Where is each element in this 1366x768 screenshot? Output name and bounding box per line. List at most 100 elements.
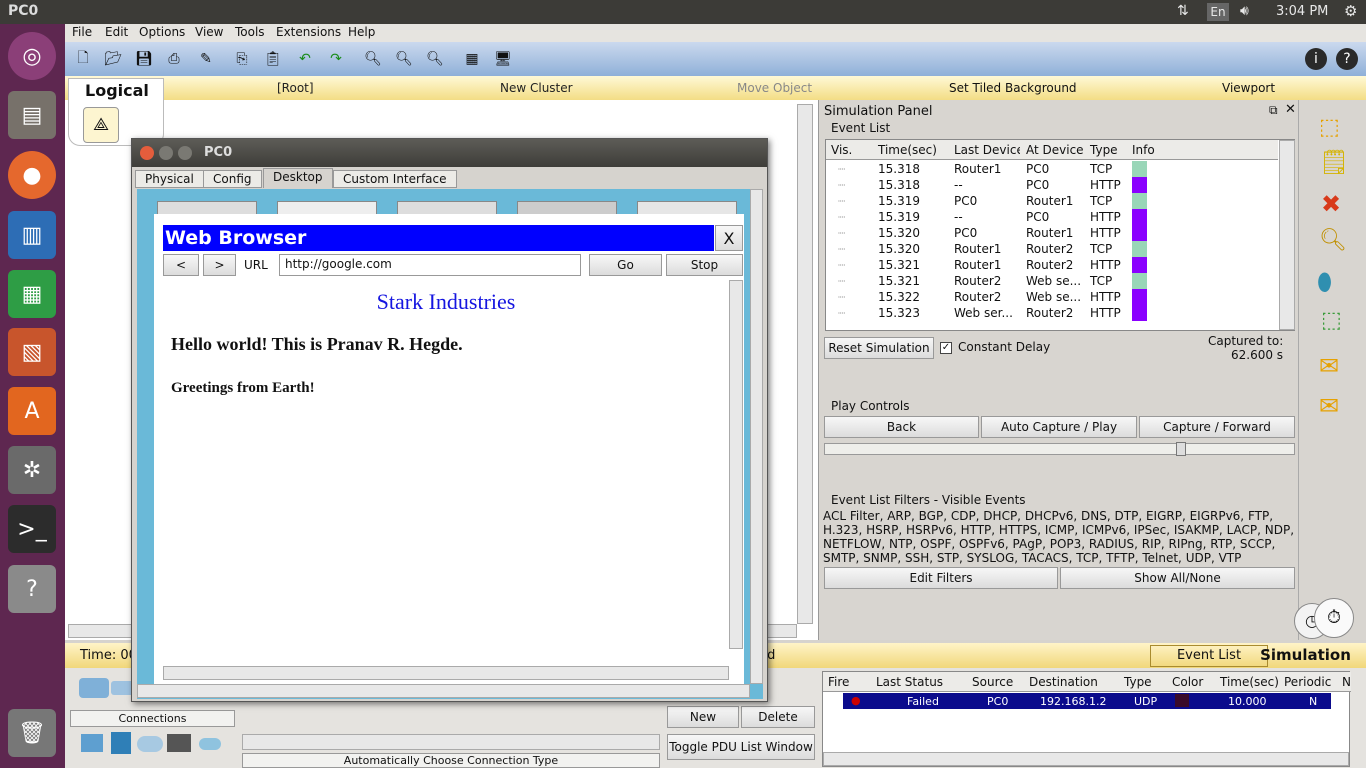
- event-info-color[interactable]: [1132, 177, 1147, 193]
- delete-icon[interactable]: ✖: [1321, 190, 1341, 218]
- reset-simulation-button[interactable]: Reset Simulation: [824, 337, 934, 359]
- device-icon-5[interactable]: [199, 738, 221, 750]
- col-at-device[interactable]: At Device: [1026, 143, 1084, 157]
- menu-extensions[interactable]: Extensions: [276, 25, 341, 39]
- print-icon[interactable]: ⎙: [163, 48, 185, 70]
- menu-help[interactable]: Help: [348, 25, 375, 39]
- impress-icon[interactable]: ▧: [8, 328, 56, 376]
- select-icon[interactable]: ⬚: [1319, 115, 1340, 140]
- add-complex-pdu-icon[interactable]: ✉: [1319, 392, 1339, 420]
- ubuntu-icon[interactable]: ◎: [8, 32, 56, 80]
- tab-physical[interactable]: Physical: [135, 170, 204, 188]
- inspect-icon[interactable]: 🔍︎: [1319, 228, 1347, 253]
- redo-icon[interactable]: ↷: [325, 48, 347, 70]
- menu-options[interactable]: Options: [139, 25, 185, 39]
- palette-icon[interactable]: ▦: [461, 48, 483, 70]
- event-list-table[interactable]: Vis. Time(sec) Last Device At Device Typ…: [825, 139, 1295, 331]
- constant-delay-checkbox[interactable]: ✓: [940, 342, 952, 354]
- event-row[interactable]: ┈ 15.318 -- PC0 HTTP: [826, 177, 1278, 193]
- event-row[interactable]: ┈ 15.320 PC0 Router1 HTTP: [826, 225, 1278, 241]
- simulation-mode-tab[interactable]: Simulation: [1245, 643, 1366, 668]
- col-color[interactable]: Color: [1172, 675, 1203, 689]
- help-icon[interactable]: ?: [1336, 48, 1358, 70]
- trash-icon[interactable]: 🗑︎: [8, 709, 56, 757]
- pc0-titlebar[interactable]: PC0: [132, 139, 767, 167]
- col-type[interactable]: Type: [1090, 143, 1118, 157]
- set-tiled-background-button[interactable]: Set Tiled Background: [949, 81, 1077, 95]
- browser-horizontal-scrollbar[interactable]: [163, 666, 729, 680]
- back-button[interactable]: Back: [824, 416, 979, 438]
- activity-wizard-icon[interactable]: ✎: [195, 48, 217, 70]
- new-pdu-button[interactable]: New: [667, 706, 739, 728]
- routers-category-icon[interactable]: [79, 678, 109, 698]
- col-source[interactable]: Source: [972, 675, 1013, 689]
- col-vis[interactable]: Vis.: [831, 143, 852, 157]
- help-icon[interactable]: ?: [8, 565, 56, 613]
- edit-filters-button[interactable]: Edit Filters: [824, 567, 1058, 589]
- stop-button[interactable]: Stop: [666, 254, 743, 276]
- info-icon[interactable]: i: [1305, 48, 1327, 70]
- event-row[interactable]: ┈ 15.322 Router2 Web se... HTTP: [826, 289, 1278, 305]
- zoom-in-icon[interactable]: 🔍︎: [362, 48, 384, 70]
- custom-device-icon[interactable]: 🖥︎: [492, 48, 514, 70]
- draw-shape-icon[interactable]: ⬮: [1317, 268, 1332, 296]
- firefox-icon[interactable]: ●: [8, 151, 56, 199]
- capture-forward-button[interactable]: Capture / Forward: [1139, 416, 1295, 438]
- power-icon[interactable]: ⚙: [1344, 2, 1357, 20]
- col-periodic[interactable]: Periodic: [1284, 675, 1331, 689]
- slider-handle[interactable]: [1176, 442, 1186, 456]
- event-row[interactable]: ┈ 15.321 Router1 Router2 HTTP: [826, 257, 1278, 273]
- tab-custom-interface[interactable]: Custom Interface: [333, 170, 457, 188]
- files-icon[interactable]: ▤: [8, 91, 56, 139]
- url-input[interactable]: http://google.com: [279, 254, 581, 276]
- delete-pdu-button[interactable]: Delete: [741, 706, 815, 728]
- col-info[interactable]: Info: [1132, 143, 1155, 157]
- simulation-stopwatch-icon[interactable]: ⏱: [1314, 598, 1354, 638]
- add-simple-pdu-icon[interactable]: ✉: [1319, 352, 1339, 380]
- event-row[interactable]: ┈ 15.318 Router1 PC0 TCP: [826, 161, 1278, 177]
- minimize-window-icon[interactable]: [159, 146, 173, 160]
- go-button[interactable]: Go: [589, 254, 662, 276]
- col-n[interactable]: N: [1342, 675, 1351, 689]
- save-icon[interactable]: 💾︎: [133, 48, 155, 70]
- col-type[interactable]: Type: [1124, 675, 1152, 689]
- col-fire[interactable]: Fire: [828, 675, 849, 689]
- zoom-out-icon[interactable]: 🔍︎: [424, 48, 446, 70]
- col-time[interactable]: Time(sec): [878, 143, 937, 157]
- terminal-icon[interactable]: >_: [8, 505, 56, 553]
- paste-icon[interactable]: 📋︎: [262, 48, 284, 70]
- new-file-icon[interactable]: 🗋: [72, 48, 94, 70]
- menu-view[interactable]: View: [195, 25, 223, 39]
- event-info-color[interactable]: [1132, 225, 1147, 241]
- browser-back-button[interactable]: <: [163, 254, 199, 276]
- event-list-scrollbar[interactable]: [1279, 140, 1295, 330]
- volume-icon[interactable]: 🔊︎: [1240, 3, 1249, 19]
- cloud-icon[interactable]: [137, 736, 163, 752]
- browser-vertical-scrollbar[interactable]: [729, 280, 743, 649]
- copy-icon[interactable]: ⎘: [231, 48, 253, 70]
- desktop-vertical-scrollbar[interactable]: [750, 189, 763, 684]
- close-window-icon[interactable]: [140, 146, 154, 160]
- event-info-color[interactable]: [1132, 209, 1147, 225]
- resize-shape-icon[interactable]: ⬚: [1321, 308, 1342, 333]
- root-link[interactable]: [Root]: [277, 81, 314, 95]
- maximize-window-icon[interactable]: [178, 146, 192, 160]
- event-info-color[interactable]: [1132, 305, 1147, 321]
- pdu-list-table[interactable]: Fire Last Status Source Destination Type…: [822, 671, 1351, 767]
- new-cluster-button[interactable]: New Cluster: [500, 81, 573, 95]
- col-destination[interactable]: Destination: [1029, 675, 1098, 689]
- clock[interactable]: 3:04 PM: [1276, 4, 1328, 19]
- playback-speed-slider[interactable]: [824, 442, 1295, 456]
- event-info-color[interactable]: [1132, 289, 1147, 305]
- col-time[interactable]: Time(sec): [1220, 675, 1279, 689]
- pdu-row[interactable]: ● Failed PC0 192.168.1.2 UDP 10.000 N: [843, 693, 1331, 709]
- menu-file[interactable]: File: [72, 25, 92, 39]
- toggle-pdu-list-button[interactable]: Toggle PDU List Window: [667, 734, 815, 760]
- event-info-color[interactable]: [1132, 273, 1147, 289]
- zoom-reset-icon[interactable]: 🔍︎: [393, 48, 415, 70]
- event-row[interactable]: ┈ 15.319 PC0 Router1 TCP: [826, 193, 1278, 209]
- device-icon-4[interactable]: [167, 734, 191, 752]
- logical-tab[interactable]: Logical ⟁: [68, 78, 164, 146]
- menu-tools[interactable]: Tools: [235, 25, 265, 39]
- tab-config[interactable]: Config: [203, 170, 262, 188]
